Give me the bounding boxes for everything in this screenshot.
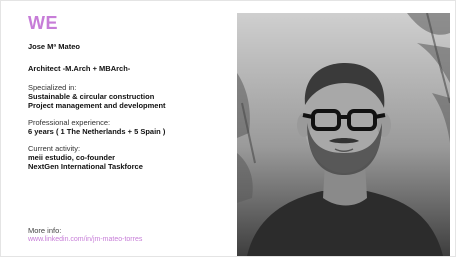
experience-value: 6 years ( 1 The Netherlands + 5 Spain ) (28, 127, 166, 136)
specialized-item: Project management and development (28, 101, 166, 110)
activity-label: Current activity: (28, 144, 81, 153)
profile-slide: WE Jose Mª Mateo Architect -M.Arch + MBA… (0, 0, 456, 257)
linkedin-link[interactable]: www.linkedin.com/in/jm-mateo-torres (28, 235, 142, 244)
person-name: Jose Mª Mateo (28, 42, 80, 51)
more-info-label: More info: (28, 226, 62, 235)
specialized-label: Specialized in: (28, 83, 77, 92)
slide-heading: WE (28, 13, 58, 33)
portrait-photo-illustration (237, 13, 450, 256)
activity-item: NextGen International Taskforce (28, 162, 143, 171)
profile-text-column: Jose Mª Mateo Architect -M.Arch + MBArch… (28, 42, 228, 179)
specialized-section: Specialized in: Sustainable & circular c… (28, 83, 228, 110)
specialized-item: Sustainable & circular construction (28, 92, 155, 101)
activity-section: Current activity: meii estudio, co-found… (28, 144, 228, 171)
experience-label: Professional experience: (28, 118, 111, 127)
activity-item: meii estudio, co-founder (28, 153, 116, 162)
more-info-section: More info: www.linkedin.com/in/jm-mateo-… (28, 226, 142, 244)
portrait-photo (237, 13, 450, 256)
person-title: Architect -M.Arch + MBArch- (28, 64, 131, 73)
experience-section: Professional experience: 6 years ( 1 The… (28, 118, 228, 136)
